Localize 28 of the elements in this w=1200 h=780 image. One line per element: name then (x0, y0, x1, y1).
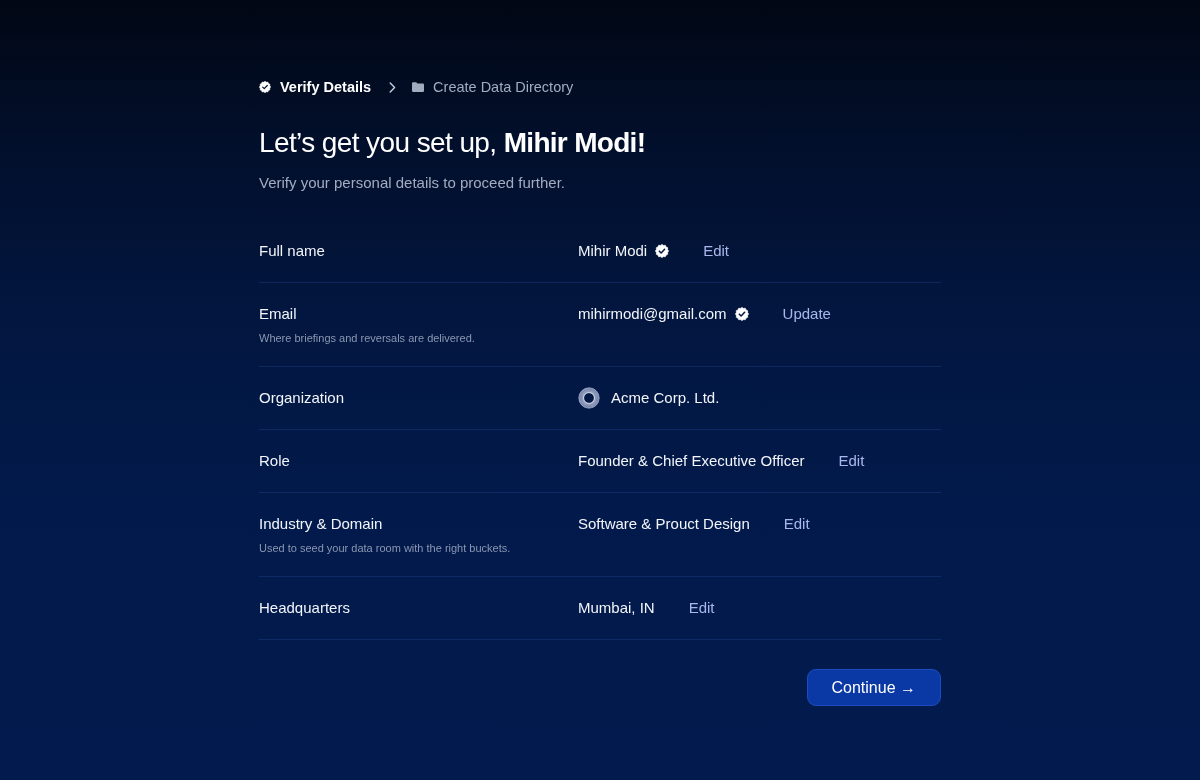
field-hint: Used to seed your data room with the right buckets. (259, 541, 511, 556)
field-value: Software & Prouct Design (578, 514, 750, 534)
field-label: Role (259, 451, 290, 471)
continue-button[interactable]: Continue → (806, 669, 941, 706)
field-value: Founder & Chief Executive Officer (578, 451, 805, 471)
field-label: Organization (259, 388, 345, 408)
verified-badge-icon (259, 81, 271, 93)
breadcrumb-step[interactable]: Create Data Directory (412, 77, 574, 97)
action-link[interactable]: Edit (838, 450, 865, 472)
field-label: Industry & Domain (259, 514, 383, 534)
page-subtitle: Verify your personal details to proceed further. (259, 173, 565, 193)
action-link[interactable]: Edit (783, 513, 810, 535)
action-link[interactable]: Update (782, 303, 831, 325)
breadcrumb-step[interactable]: Verify Details (259, 77, 372, 97)
folder-icon (412, 82, 425, 92)
field-value: Mumbai, IN (578, 598, 655, 618)
field-label: Full name (259, 241, 325, 261)
field-label: Email (259, 304, 297, 324)
ring-logo-icon (578, 387, 600, 409)
field-label: Headquarters (259, 598, 350, 618)
action-link[interactable]: Edit (703, 240, 730, 262)
field-value: mihirmodi@gmail.com (578, 304, 727, 324)
organization-name: Acme Corp. Ltd. (611, 388, 720, 408)
chevron-icon (389, 81, 397, 93)
action-link[interactable]: Edit (688, 597, 715, 619)
field-value: Mihir Modi (578, 241, 648, 261)
page-heading: Let’s get you set up, Mihir Modi! (259, 126, 646, 160)
field-hint: Where briefings and reversals are delivered. (259, 331, 475, 346)
